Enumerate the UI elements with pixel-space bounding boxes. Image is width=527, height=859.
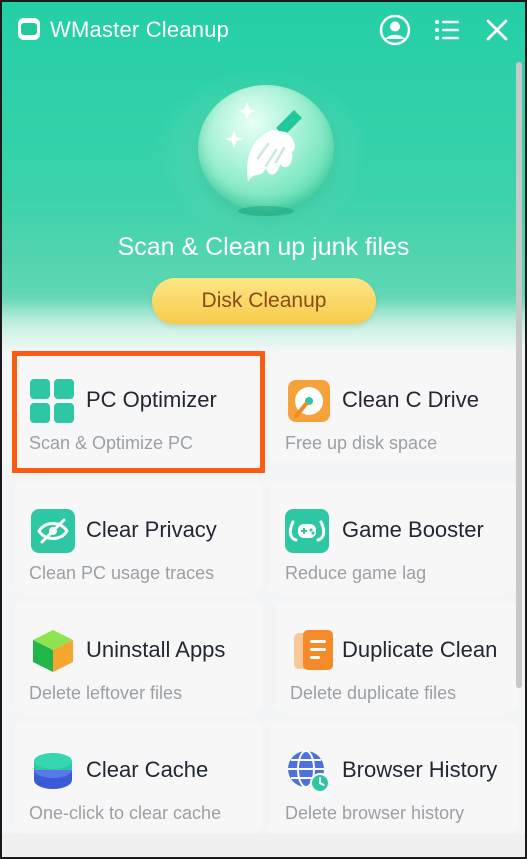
feature-card-clean-c-drive[interactable]: Clean C Drive Free up disk space xyxy=(269,351,517,463)
privacy-eye-icon xyxy=(31,509,75,553)
feature-card-pc-optimizer[interactable]: PC Optimizer Scan & Optimize PC xyxy=(12,351,265,473)
package-cube-icon xyxy=(33,630,73,672)
feature-title: Duplicate Clean xyxy=(342,637,498,662)
title-bar: WMaster Cleanup xyxy=(2,2,525,58)
feature-title: PC Optimizer xyxy=(86,387,217,412)
feature-card-browser-history[interactable]: Browser History Delete browser history xyxy=(269,721,517,833)
feature-card-clear-privacy[interactable]: Clear Privacy Clean PC usage traces xyxy=(14,481,262,593)
user-icon[interactable] xyxy=(379,14,411,46)
feature-title: Clear Cache xyxy=(86,757,209,782)
feature-title: Game Booster xyxy=(342,517,484,542)
scrollbar[interactable] xyxy=(516,62,522,688)
close-icon[interactable] xyxy=(481,14,513,46)
feature-card-game-booster[interactable]: Game Booster Reduce game lag xyxy=(269,481,517,593)
hero-banner: WMaster Cleanup Scan & Clean up junk fil… xyxy=(2,2,525,347)
orb-shadow xyxy=(238,206,294,216)
database-icon xyxy=(34,753,72,789)
app-window: WMaster Cleanup Scan & Clean up junk fil… xyxy=(0,0,527,859)
gamepad-icon xyxy=(285,509,329,553)
feature-subtitle: Reduce game lag xyxy=(285,563,427,583)
feature-card-clear-cache[interactable]: Clear Cache One-click to clear cache xyxy=(14,721,262,833)
disk-cleanup-button[interactable]: Disk Cleanup xyxy=(152,278,376,324)
feature-subtitle: Delete duplicate files xyxy=(290,683,457,703)
feature-title: Browser History xyxy=(342,757,498,782)
menu-icon[interactable] xyxy=(431,14,463,46)
feature-card-uninstall-apps[interactable]: Uninstall Apps Delete leftover files xyxy=(14,601,262,713)
feature-subtitle: One-click to clear cache xyxy=(29,803,222,823)
feature-title: Clean C Drive xyxy=(342,387,479,412)
hero-subtitle: Scan & Clean up junk files xyxy=(117,233,410,261)
feature-subtitle: Scan & Optimize PC xyxy=(29,433,194,453)
feature-title: Uninstall Apps xyxy=(86,637,226,662)
bottom-strip xyxy=(2,834,525,857)
feature-subtitle: Delete browser history xyxy=(285,803,465,823)
disk-icon xyxy=(288,380,330,422)
feature-subtitle: Delete leftover files xyxy=(29,683,183,703)
broom-icon xyxy=(225,102,302,182)
feature-subtitle: Clean PC usage traces xyxy=(29,563,215,583)
documents-icon xyxy=(294,630,333,670)
app-logo-icon xyxy=(18,18,40,40)
app-title: WMaster Cleanup xyxy=(50,17,230,42)
globe-clock-icon xyxy=(288,750,330,793)
windows-grid-icon xyxy=(30,379,74,423)
feature-subtitle: Free up disk space xyxy=(285,433,438,453)
feature-title: Clear Privacy xyxy=(86,517,217,542)
feature-card-duplicate-clean[interactable]: Duplicate Clean Delete duplicate files xyxy=(276,601,517,713)
